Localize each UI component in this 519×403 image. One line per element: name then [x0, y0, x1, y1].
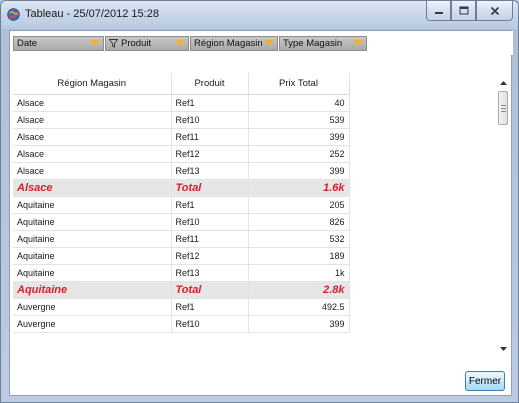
- minimize-icon: [434, 11, 443, 14]
- cell-produit: Ref13: [171, 264, 249, 282]
- cell-produit: Ref11: [171, 128, 249, 146]
- title-bar[interactable]: Tableau - 25/07/2012 15:28: [1, 1, 518, 29]
- dropdown-arrow-icon[interactable]: [353, 40, 363, 46]
- minimize-button[interactable]: [426, 1, 451, 21]
- filter-date-label: Date: [17, 38, 38, 49]
- scrollbar-thumb[interactable]: [498, 91, 508, 125]
- cell-region: Aquitaine: [13, 213, 172, 231]
- tableau-window: Tableau - 25/07/2012 15:28 Date Produit …: [0, 0, 519, 403]
- table-row[interactable]: Auvergne Ref10 399: [13, 315, 350, 333]
- cell-prix-total: 826: [248, 213, 350, 231]
- cell-prix-total: 2.8k: [248, 281, 350, 299]
- cell-region: Alsace: [13, 162, 172, 180]
- cell-region: Auvergne: [13, 298, 172, 316]
- cell-produit: Ref1: [171, 298, 249, 316]
- cell-produit: Ref12: [171, 145, 249, 163]
- fermer-button[interactable]: Fermer: [465, 371, 505, 391]
- filter-type-magasin[interactable]: Type Magasin: [279, 36, 367, 51]
- scroll-down-button[interactable]: [497, 343, 509, 355]
- grip-line: [501, 108, 506, 109]
- close-icon: [490, 6, 499, 15]
- table-row[interactable]: Aquitaine Ref13 1k: [13, 264, 350, 282]
- table-row[interactable]: Alsace Ref13 399: [13, 162, 350, 180]
- cell-region: Alsace: [13, 94, 172, 112]
- cell-prix-total: 399: [248, 315, 350, 333]
- cell-prix-total: 539: [248, 111, 350, 129]
- table-total-row[interactable]: Aquitaine Total 2.8k: [13, 281, 350, 299]
- scroll-up-button[interactable]: [497, 77, 509, 89]
- filter-produit-label: Produit: [121, 38, 152, 49]
- filter-produit[interactable]: Produit: [105, 36, 189, 51]
- cell-region: Alsace: [13, 179, 172, 197]
- window-title: Tableau - 25/07/2012 15:28: [25, 8, 159, 20]
- table-row[interactable]: Alsace Ref1 40: [13, 94, 350, 112]
- dropdown-arrow-icon[interactable]: [264, 40, 274, 46]
- cell-produit: Ref11: [171, 230, 249, 248]
- table-row[interactable]: Aquitaine Ref1 205: [13, 196, 350, 214]
- funnel-icon: [109, 39, 118, 48]
- table-total-row[interactable]: Alsace Total 1.6k: [13, 179, 350, 197]
- cell-region: Aquitaine: [13, 230, 172, 248]
- dropdown-arrow-icon[interactable]: [90, 40, 100, 46]
- maximize-button[interactable]: [451, 1, 476, 21]
- cell-prix-total: 532: [248, 230, 350, 248]
- client-area: Date Produit Région Magasin Type Magasin: [9, 30, 513, 396]
- app-globe-icon: [7, 8, 20, 21]
- cell-produit: Ref1: [171, 196, 249, 214]
- pivot-table: Région Magasin Produit Prix Total Alsace…: [13, 73, 350, 333]
- cell-prix-total: 252: [248, 145, 350, 163]
- grip-line: [501, 111, 506, 112]
- filter-region-label: Région Magasin: [194, 38, 263, 49]
- maximize-icon: [459, 6, 468, 15]
- table-header-row: Région Magasin Produit Prix Total: [13, 73, 350, 95]
- cell-prix-total: 399: [248, 128, 350, 146]
- cell-produit: Ref13: [171, 162, 249, 180]
- grip-line: [501, 105, 506, 106]
- cell-prix-total: 1k: [248, 264, 350, 282]
- table-row[interactable]: Aquitaine Ref11 532: [13, 230, 350, 248]
- cell-region: Aquitaine: [13, 247, 172, 265]
- scroll-up-arrow-icon: [499, 81, 507, 85]
- cell-produit: Ref1: [171, 94, 249, 112]
- cell-prix-total: 1.6k: [248, 179, 350, 197]
- filter-type-label: Type Magasin: [283, 38, 343, 49]
- column-header-prix-total[interactable]: Prix Total: [248, 73, 350, 95]
- close-button[interactable]: [476, 1, 513, 21]
- table-row[interactable]: Aquitaine Ref12 189: [13, 247, 350, 265]
- scroll-down-arrow-icon: [499, 347, 507, 351]
- table-row[interactable]: Alsace Ref10 539: [13, 111, 350, 129]
- vertical-scrollbar[interactable]: [497, 73, 509, 355]
- cell-produit: Total: [171, 179, 249, 197]
- cell-produit: Ref10: [171, 315, 249, 333]
- column-header-produit[interactable]: Produit: [171, 73, 249, 95]
- table-row[interactable]: Auvergne Ref1 492.5: [13, 298, 350, 316]
- cell-produit: Ref12: [171, 247, 249, 265]
- cell-region: Alsace: [13, 111, 172, 129]
- cell-produit: Ref10: [171, 213, 249, 231]
- data-grid: Région Magasin Produit Prix Total Alsace…: [13, 73, 496, 369]
- cell-produit: Ref10: [171, 111, 249, 129]
- cell-region: Alsace: [13, 145, 172, 163]
- filter-bar: Date Produit Région Magasin Type Magasin: [10, 31, 513, 55]
- table-row[interactable]: Aquitaine Ref10 826: [13, 213, 350, 231]
- cell-prix-total: 40: [248, 94, 350, 112]
- cell-prix-total: 205: [248, 196, 350, 214]
- table-row[interactable]: Alsace Ref11 399: [13, 128, 350, 146]
- cell-region: Aquitaine: [13, 264, 172, 282]
- cell-produit: Total: [171, 281, 249, 299]
- filter-region-magasin[interactable]: Région Magasin: [190, 36, 278, 51]
- cell-prix-total: 492.5: [248, 298, 350, 316]
- dropdown-arrow-icon[interactable]: [175, 40, 185, 46]
- cell-prix-total: 189: [248, 247, 350, 265]
- column-header-region[interactable]: Région Magasin: [13, 73, 172, 95]
- cell-region: Aquitaine: [13, 196, 172, 214]
- cell-prix-total: 399: [248, 162, 350, 180]
- filter-date[interactable]: Date: [13, 36, 104, 51]
- cell-region: Aquitaine: [13, 281, 172, 299]
- cell-region: Auvergne: [13, 315, 172, 333]
- table-row[interactable]: Alsace Ref12 252: [13, 145, 350, 163]
- cell-region: Alsace: [13, 128, 172, 146]
